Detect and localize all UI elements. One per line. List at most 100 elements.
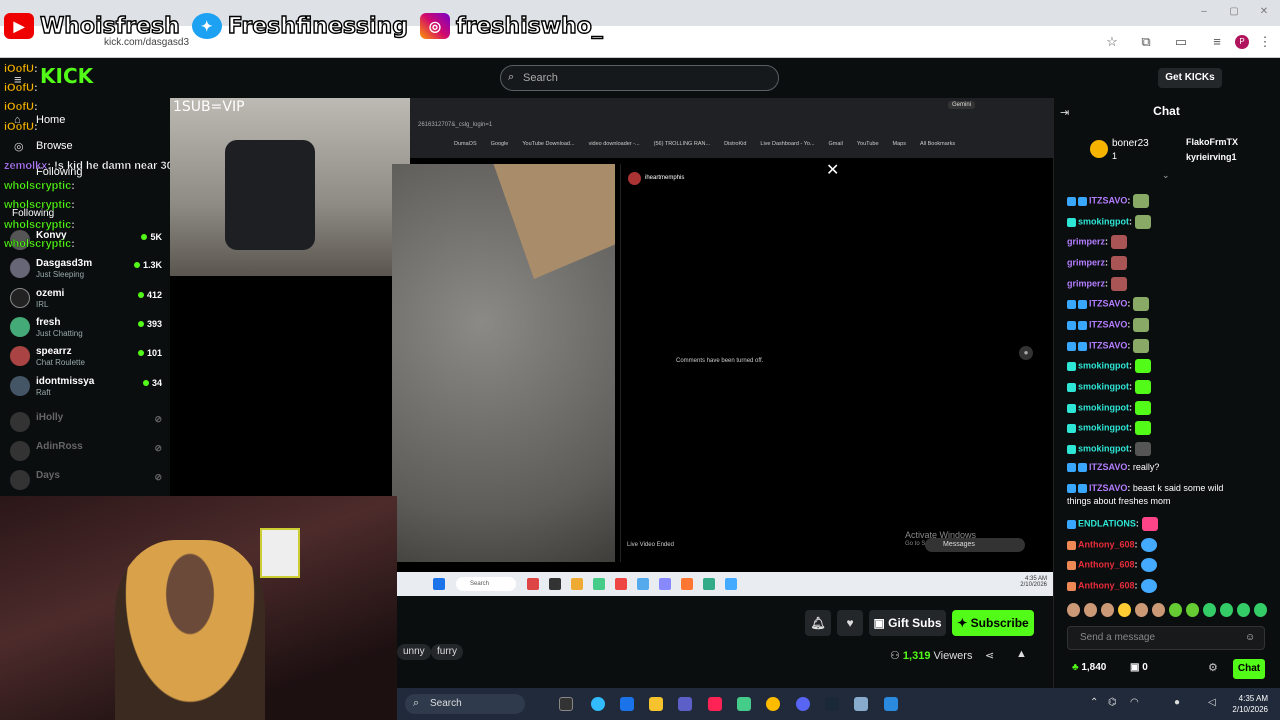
menu-kebab-icon[interactable]: ⋮ [1257, 34, 1273, 50]
youtube-handle: Whoisfresh [39, 13, 180, 39]
ig-comments-off: Comments have been turned off. [676, 358, 764, 364]
sidebar-channel[interactable]: idontmissya Raft 34 [10, 374, 162, 402]
office-chair [225, 140, 315, 250]
channel-category: Just Chatting [36, 329, 83, 338]
chat-message: grimperz: [1067, 235, 1128, 249]
pinned-user: FlakoFrmTX [1186, 137, 1239, 147]
teams-icon[interactable] [678, 697, 692, 711]
app-icon[interactable] [884, 697, 898, 711]
subscribe-button[interactable]: ✦ Subscribe [952, 610, 1034, 636]
mic-tray-icon[interactable]: ● [1174, 697, 1180, 708]
chat-title: Chat [1153, 104, 1180, 118]
network-icon[interactable]: ⌬ [1108, 697, 1117, 708]
overlay-chat-line: wholscryptic: [4, 219, 75, 231]
folder-icon[interactable] [649, 697, 663, 711]
gift-count[interactable]: ▣ 0 [1130, 662, 1148, 673]
avatar [10, 412, 30, 432]
sidebar-channel[interactable]: AdinRoss ⊘ [10, 439, 162, 467]
expand-icon[interactable]: ⌄ [1162, 170, 1170, 181]
share-icon[interactable]: ⋖ [985, 649, 994, 662]
channel-name: fresh [36, 317, 61, 328]
settings-icon[interactable] [854, 697, 868, 711]
avatar [1090, 140, 1108, 158]
chat-message: grimperz: [1067, 256, 1128, 270]
sidebar-channel[interactable]: iHolly ⊘ [10, 410, 162, 438]
avatar [10, 470, 30, 490]
extensions-icon[interactable]: ⧉ [1138, 34, 1154, 50]
media-icon[interactable]: ≡ [1209, 34, 1225, 50]
close-window-icon[interactable]: ✕ [1257, 6, 1271, 18]
app-icon[interactable] [620, 697, 634, 711]
channel-viewers: 1.3K [133, 260, 162, 270]
emote-bar[interactable] [1067, 603, 1267, 619]
chat-message: Anthony_608: [1067, 558, 1157, 572]
twitter-handle: Freshfinessing [227, 13, 409, 39]
gemini-button: Gemini [948, 101, 976, 109]
channel-category: Chat Roulette [36, 358, 85, 367]
chat-message: ENDLATIONS: [1067, 517, 1158, 531]
kicks-balance[interactable]: ♣ 1,840 [1072, 662, 1106, 673]
maximize-icon[interactable]: ▢ [1227, 6, 1241, 18]
avatar [10, 346, 30, 366]
bell-icon[interactable]: 🔔︎ [805, 610, 831, 636]
stream-tag[interactable]: unny [397, 644, 431, 660]
search-input[interactable]: Search [500, 65, 779, 91]
sidebar-channel[interactable]: Days ⊘ [10, 468, 162, 496]
nav-browse[interactable]: Browse [36, 140, 73, 152]
send-message-input[interactable]: Send a message [1067, 626, 1265, 650]
cast-icon[interactable]: ▭ [1173, 34, 1189, 50]
nav-home[interactable]: Home [36, 114, 65, 126]
sidebar-channel[interactable]: Dasgasd3m Just Sleeping 1.3K [10, 256, 162, 284]
chat-message: ITZSAVO: beast k said some wild [1067, 483, 1223, 494]
stream-tag[interactable]: furry [431, 644, 463, 660]
ig-live-ended: Live Video Ended [627, 542, 674, 548]
app-icon[interactable] [737, 697, 751, 711]
app-icon[interactable] [559, 697, 573, 711]
gift-icon: ▣ [873, 616, 889, 630]
twitter-icon: ✦ [191, 13, 222, 39]
search-icon: ⌕ [413, 697, 420, 709]
sidebar-channel[interactable]: fresh Just Chatting 393 [10, 315, 162, 343]
brave-icon[interactable] [708, 697, 722, 711]
app-icon [637, 578, 649, 590]
channel-name: spearrz [36, 346, 72, 357]
taskbar-search[interactable]: Search [405, 694, 525, 714]
steam-icon[interactable] [825, 697, 839, 711]
taskbar-clock[interactable]: 4:35 AM 2/10/2026 [1228, 693, 1268, 715]
close-icon: ✕ [826, 162, 840, 179]
chat-message: smokingpot: [1067, 215, 1151, 229]
get-kicks-button[interactable]: Get KICKs [1158, 68, 1222, 88]
star-icon[interactable]: ☆ [1104, 34, 1120, 50]
pinned-user: boner23 [1112, 138, 1149, 149]
emoji-icon[interactable]: ☺ [1245, 632, 1255, 643]
discord-icon[interactable] [796, 697, 810, 711]
heart-icon[interactable]: ♥ [837, 610, 863, 636]
volume-icon[interactable]: ◁ [1208, 697, 1216, 708]
overlay-chat-line: iOofU: [4, 121, 38, 133]
gift-subs-button[interactable]: ▣ Gift Subs [869, 610, 946, 636]
browse-icon[interactable]: ◎ [14, 140, 24, 153]
tray-chevron-icon[interactable]: ⌃ [1090, 697, 1098, 708]
app-icon[interactable] [591, 697, 605, 711]
chat-message: smokingpot: [1067, 421, 1151, 435]
app-icon [615, 578, 627, 590]
pinned-count: 1 [1112, 151, 1118, 161]
kick-logo[interactable]: KICK [40, 64, 93, 88]
chat-message: Anthony_608: [1067, 579, 1157, 593]
chat-message: ITZSAVO: [1067, 297, 1150, 311]
overlay-chat-line: zemolkx: !s kid he damn near 30 [4, 160, 173, 172]
chat-message: ITZSAVO: [1067, 339, 1150, 353]
gear-icon[interactable]: ⚙ [1208, 661, 1218, 674]
overlay-chat-line: iOofU: [4, 63, 38, 75]
wifi-icon[interactable]: ◠ [1130, 697, 1139, 708]
users-icon: ⚇ [890, 650, 903, 662]
sidebar-channel[interactable]: spearrz Chat Roulette 101 [10, 344, 162, 372]
chat-message: smokingpot: [1067, 359, 1151, 373]
chat-send-button[interactable]: Chat [1233, 659, 1265, 679]
profile-avatar[interactable]: P [1235, 35, 1249, 49]
sidebar-channel[interactable]: ozemi IRL 412 [10, 286, 162, 314]
avatar [10, 288, 30, 308]
chrome-icon[interactable] [766, 697, 780, 711]
report-icon[interactable]: ▲ [1016, 648, 1027, 660]
minimize-icon[interactable]: – [1197, 6, 1211, 18]
